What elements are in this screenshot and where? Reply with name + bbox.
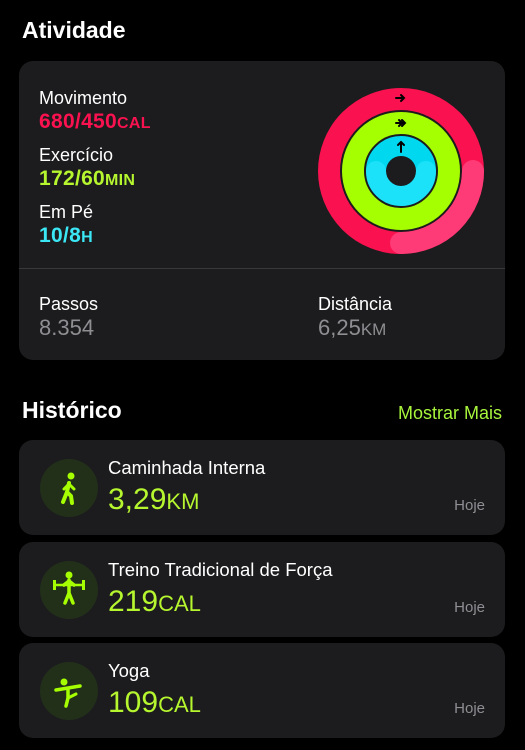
history-item[interactable]: Treino Tradicional de Força 219CAL Hoje bbox=[19, 542, 505, 637]
weightlifting-icon bbox=[40, 561, 98, 619]
activity-card[interactable]: Movimento 680/450CAL Exercício 172/60MIN… bbox=[19, 61, 505, 360]
activity-divider bbox=[19, 268, 505, 269]
show-more-link[interactable]: Mostrar Mais bbox=[398, 403, 502, 424]
history-item-name: Yoga bbox=[108, 660, 150, 681]
move-label: Movimento bbox=[39, 88, 128, 108]
history-item-date: Hoje bbox=[454, 700, 485, 717]
history-item-name: Caminhada Interna bbox=[108, 457, 266, 478]
history-item-name: Treino Tradicional de Força bbox=[108, 559, 333, 580]
history-item-value: 3,29KM bbox=[108, 483, 200, 516]
distance-label: Distância bbox=[318, 294, 393, 314]
stand-value: 10/8H bbox=[39, 224, 93, 247]
history-item-value: 219CAL bbox=[108, 585, 201, 618]
walking-icon bbox=[40, 459, 98, 517]
yoga-icon bbox=[40, 662, 98, 720]
history-item[interactable]: Yoga 109CAL Hoje bbox=[19, 643, 505, 738]
history-item[interactable]: Caminhada Interna 3,29KM Hoje bbox=[19, 440, 505, 535]
stand-label: Em Pé bbox=[39, 202, 94, 222]
exercise-value: 172/60MIN bbox=[39, 167, 136, 190]
move-value: 680/450CAL bbox=[39, 110, 151, 133]
history-item-date: Hoje bbox=[454, 599, 485, 616]
steps-label: Passos bbox=[39, 294, 99, 314]
history-title: Histórico bbox=[22, 397, 122, 423]
distance-value: 6,25KM bbox=[318, 315, 387, 340]
exercise-label: Exercício bbox=[39, 145, 114, 165]
activity-rings[interactable] bbox=[316, 86, 486, 256]
history-item-date: Hoje bbox=[454, 497, 485, 514]
activity-title: Atividade bbox=[22, 17, 126, 43]
steps-value: 8.354 bbox=[39, 315, 95, 340]
history-item-value: 109CAL bbox=[108, 686, 201, 719]
